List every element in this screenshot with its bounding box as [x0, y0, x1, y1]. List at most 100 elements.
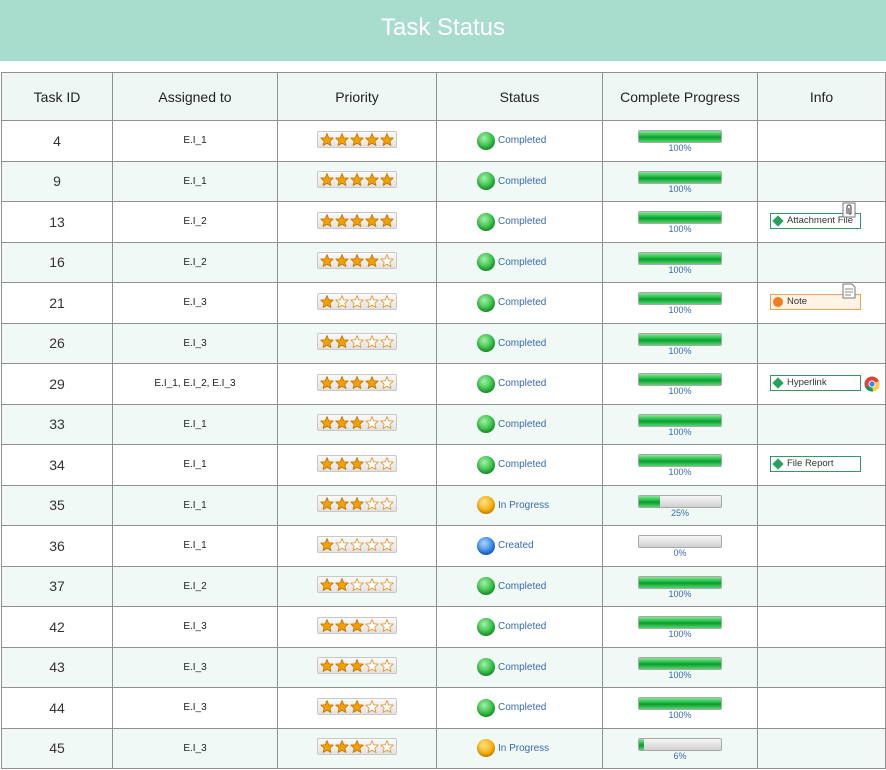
star-empty-icon[interactable] [380, 537, 394, 551]
star-empty-icon[interactable] [365, 740, 379, 754]
star-empty-icon[interactable] [365, 578, 379, 592]
star-filled-icon[interactable] [320, 335, 334, 349]
star-filled-icon[interactable] [350, 618, 364, 632]
star-empty-icon[interactable] [365, 416, 379, 430]
star-filled-icon[interactable] [365, 254, 379, 268]
star-filled-icon[interactable] [335, 416, 349, 430]
star-filled-icon[interactable] [335, 254, 349, 268]
table-row[interactable]: 42 E.I_3 Completed 100% [1, 606, 886, 648]
star-empty-icon[interactable] [380, 618, 394, 632]
column-header-priority[interactable]: Priority [277, 72, 437, 121]
star-filled-icon[interactable] [350, 416, 364, 430]
priority-stars[interactable] [317, 414, 397, 432]
priority-stars[interactable] [317, 130, 397, 148]
table-row[interactable]: 44 E.I_3 Completed 100% [1, 687, 886, 729]
star-empty-icon[interactable] [335, 537, 349, 551]
star-filled-icon[interactable] [335, 578, 349, 592]
table-row[interactable]: 29 E.I_1, E.I_2, E.I_3 Completed 100% Hyperl… [1, 363, 886, 405]
info-tag-report[interactable]: File Report [770, 456, 861, 472]
table-row[interactable]: 35 E.I_1 In Progress 25% [1, 484, 886, 526]
star-filled-icon[interactable] [335, 173, 349, 187]
priority-stars[interactable] [317, 454, 397, 472]
table-row[interactable]: 26 E.I_3 Completed 100% [1, 322, 886, 364]
star-filled-icon[interactable] [335, 740, 349, 754]
table-row[interactable]: 34 E.I_1 Completed 100% File Report [1, 444, 886, 486]
star-filled-icon[interactable] [350, 173, 364, 187]
info-tag-hyperlink[interactable]: Hyperlink [770, 375, 861, 391]
star-filled-icon[interactable] [320, 659, 334, 673]
star-empty-icon[interactable] [365, 456, 379, 470]
star-filled-icon[interactable] [320, 456, 334, 470]
priority-stars[interactable] [317, 576, 397, 594]
star-filled-icon[interactable] [350, 254, 364, 268]
star-empty-icon[interactable] [380, 416, 394, 430]
star-empty-icon[interactable] [380, 335, 394, 349]
priority-stars[interactable] [317, 292, 397, 310]
priority-stars[interactable] [317, 373, 397, 391]
star-filled-icon[interactable] [320, 699, 334, 713]
star-filled-icon[interactable] [320, 375, 334, 389]
table-row[interactable]: 37 E.I_2 Completed 100% [1, 565, 886, 607]
table-row[interactable]: 9 E.I_1 Completed 100% [1, 160, 886, 202]
star-empty-icon[interactable] [380, 578, 394, 592]
star-filled-icon[interactable] [335, 618, 349, 632]
star-filled-icon[interactable] [335, 497, 349, 511]
star-filled-icon[interactable] [350, 456, 364, 470]
priority-stars[interactable] [317, 211, 397, 229]
table-row[interactable]: 13 E.I_2 Completed 100% Attachment File [1, 201, 886, 243]
table-row[interactable]: 33 E.I_1 Completed 100% [1, 403, 886, 445]
column-header-assigned-to[interactable]: Assigned to [112, 72, 278, 121]
star-filled-icon[interactable] [335, 699, 349, 713]
star-filled-icon[interactable] [320, 416, 334, 430]
star-empty-icon[interactable] [380, 497, 394, 511]
star-filled-icon[interactable] [380, 173, 394, 187]
star-empty-icon[interactable] [365, 699, 379, 713]
star-empty-icon[interactable] [380, 456, 394, 470]
star-filled-icon[interactable] [335, 659, 349, 673]
star-filled-icon[interactable] [320, 294, 334, 308]
star-empty-icon[interactable] [380, 375, 394, 389]
star-empty-icon[interactable] [365, 618, 379, 632]
star-filled-icon[interactable] [350, 497, 364, 511]
star-empty-icon[interactable] [350, 335, 364, 349]
star-filled-icon[interactable] [335, 456, 349, 470]
priority-stars[interactable] [317, 738, 397, 756]
star-filled-icon[interactable] [335, 375, 349, 389]
star-filled-icon[interactable] [350, 132, 364, 146]
star-filled-icon[interactable] [320, 254, 334, 268]
table-row[interactable]: 21 E.I_3 Completed 100% Note [1, 282, 886, 324]
star-filled-icon[interactable] [320, 213, 334, 227]
star-filled-icon[interactable] [365, 213, 379, 227]
star-empty-icon[interactable] [380, 740, 394, 754]
priority-stars[interactable] [317, 657, 397, 675]
column-header-complete-progress[interactable]: Complete Progress [602, 72, 758, 121]
star-filled-icon[interactable] [380, 213, 394, 227]
table-row[interactable]: 4 E.I_1 Completed 100% [1, 120, 886, 162]
star-empty-icon[interactable] [380, 254, 394, 268]
column-header-task-id[interactable]: Task ID [1, 72, 113, 121]
star-empty-icon[interactable] [350, 578, 364, 592]
star-filled-icon[interactable] [350, 375, 364, 389]
star-empty-icon[interactable] [365, 294, 379, 308]
priority-stars[interactable] [317, 495, 397, 513]
star-empty-icon[interactable] [350, 294, 364, 308]
star-filled-icon[interactable] [320, 173, 334, 187]
priority-stars[interactable] [317, 535, 397, 553]
star-filled-icon[interactable] [335, 132, 349, 146]
star-filled-icon[interactable] [320, 132, 334, 146]
star-filled-icon[interactable] [335, 213, 349, 227]
table-row[interactable]: 45 E.I_3 In Progress 6% [1, 727, 886, 769]
column-header-status[interactable]: Status [436, 72, 603, 121]
priority-stars[interactable] [317, 333, 397, 351]
star-filled-icon[interactable] [350, 659, 364, 673]
chrome-icon[interactable] [864, 376, 880, 397]
paperclip-icon[interactable] [842, 202, 856, 223]
star-empty-icon[interactable] [365, 497, 379, 511]
star-empty-icon[interactable] [380, 294, 394, 308]
table-row[interactable]: 16 E.I_2 Completed 100% [1, 241, 886, 283]
star-filled-icon[interactable] [350, 699, 364, 713]
star-filled-icon[interactable] [320, 578, 334, 592]
star-empty-icon[interactable] [380, 659, 394, 673]
star-empty-icon[interactable] [380, 699, 394, 713]
star-filled-icon[interactable] [320, 537, 334, 551]
